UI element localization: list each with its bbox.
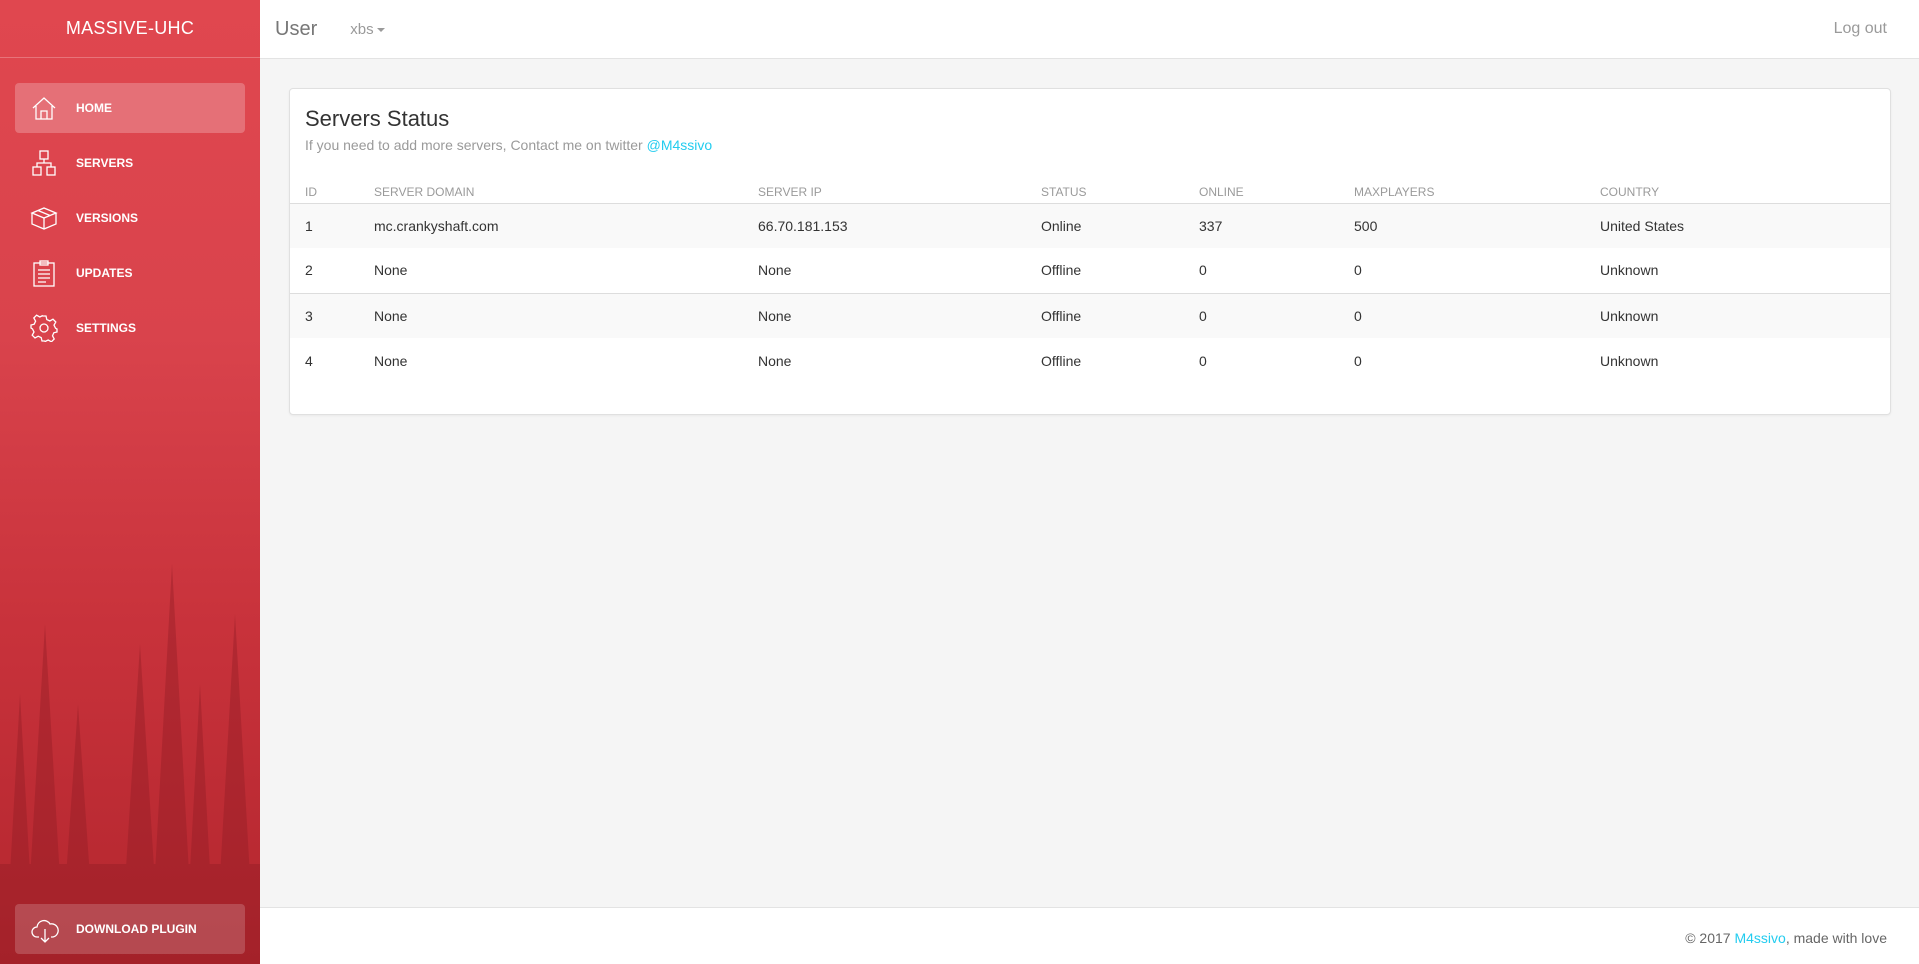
network-icon: [30, 149, 58, 177]
cell-server-domain: mc.crankyshaft.com: [374, 203, 758, 248]
forest-background-image: [0, 564, 260, 964]
sidebar-item-settings[interactable]: SETTINGS: [15, 303, 245, 353]
cell-server-ip: None: [758, 338, 1041, 383]
page-title[interactable]: User: [275, 18, 317, 41]
download-plugin-label: DOWNLOAD PLUGIN: [76, 922, 197, 936]
cell-server-ip: None: [758, 248, 1041, 293]
servers-table: ID SERVER DOMAIN SERVER IP STATUS ONLINE…: [290, 181, 1890, 383]
cell-server-domain: None: [374, 248, 758, 293]
cell-server-ip: None: [758, 292, 1041, 338]
footer-suffix: , made with love: [1785, 930, 1887, 946]
cell-maxplayers: 500: [1354, 203, 1600, 248]
box-icon: [30, 204, 58, 232]
cell-online: 337: [1199, 203, 1354, 248]
sidebar-item-label: SERVERS: [76, 156, 134, 170]
sidebar-item-updates[interactable]: UPDATES: [15, 248, 245, 298]
table-row[interactable]: 2 None None Offline 0 0 Unknown: [290, 248, 1890, 293]
cell-server-domain: None: [374, 338, 758, 383]
card-subtitle-text: If you need to add more servers, Contact…: [305, 137, 643, 153]
table-header-row: ID SERVER DOMAIN SERVER IP STATUS ONLINE…: [290, 181, 1890, 204]
cell-status: Online: [1041, 203, 1199, 248]
download-plugin-button[interactable]: DOWNLOAD PLUGIN: [15, 904, 245, 954]
cell-online: 0: [1199, 292, 1354, 338]
column-header-online[interactable]: ONLINE: [1199, 181, 1354, 204]
sidebar-item-label: VERSIONS: [76, 211, 139, 225]
user-dropdown[interactable]: xbs: [350, 20, 385, 38]
logout-link[interactable]: Log out: [1834, 20, 1887, 38]
cell-maxplayers: 0: [1354, 292, 1600, 338]
cell-status: Offline: [1041, 248, 1199, 293]
footer-text: © 2017 M4ssivo, made with love: [1685, 930, 1887, 946]
gear-icon: [30, 314, 58, 342]
cell-online: 0: [1199, 248, 1354, 293]
cell-server-domain: None: [374, 292, 758, 338]
cell-country: Unknown: [1600, 292, 1890, 338]
card-subtitle: If you need to add more servers, Contact…: [305, 137, 712, 153]
table-row[interactable]: 1 mc.crankyshaft.com 66.70.181.153 Onlin…: [290, 203, 1890, 248]
cell-id: 2: [290, 248, 374, 293]
brand-title[interactable]: MASSIVE-UHC: [0, 0, 260, 58]
twitter-link[interactable]: @M4ssivo: [647, 137, 713, 153]
cell-server-ip: 66.70.181.153: [758, 203, 1041, 248]
home-icon: [30, 94, 58, 122]
user-dropdown-label: xbs: [350, 20, 374, 38]
sidebar-item-home[interactable]: HOME: [15, 83, 245, 133]
column-header-country[interactable]: COUNTRY: [1600, 181, 1890, 204]
sidebar-item-servers[interactable]: SERVERS: [15, 138, 245, 188]
table-row[interactable]: 4 None None Offline 0 0 Unknown: [290, 338, 1890, 383]
sidebar-item-label: UPDATES: [76, 266, 133, 280]
sidebar-item-versions[interactable]: VERSIONS: [15, 193, 245, 243]
card-title: Servers Status: [305, 106, 450, 131]
table-row[interactable]: 3 None None Offline 0 0 Unknown: [290, 292, 1890, 338]
cell-status: Offline: [1041, 292, 1199, 338]
cell-id: 4: [290, 338, 374, 383]
cell-country: United States: [1600, 203, 1890, 248]
cell-country: Unknown: [1600, 248, 1890, 293]
column-header-server-domain[interactable]: SERVER DOMAIN: [374, 181, 758, 204]
sidebar: MASSIVE-UHC HOME SERVERS VERSIONS UPDATE…: [0, 0, 260, 964]
sidebar-item-label: HOME: [76, 101, 112, 115]
cloud-download-icon: [30, 915, 59, 943]
cell-country: Unknown: [1600, 338, 1890, 383]
cell-online: 0: [1199, 338, 1354, 383]
cell-maxplayers: 0: [1354, 248, 1600, 293]
cell-status: Offline: [1041, 338, 1199, 383]
footer: © 2017 M4ssivo, made with love: [260, 907, 1919, 964]
column-header-id[interactable]: ID: [290, 181, 374, 204]
clipboard-icon: [30, 259, 58, 287]
cell-id: 3: [290, 292, 374, 338]
sidebar-item-label: SETTINGS: [76, 321, 137, 335]
servers-status-card: Servers Status If you need to add more s…: [289, 88, 1891, 415]
top-navbar: User xbs Log out: [260, 0, 1919, 59]
footer-author-link[interactable]: M4ssivo: [1734, 930, 1785, 946]
column-header-status[interactable]: STATUS: [1041, 181, 1199, 204]
column-header-maxplayers[interactable]: MAXPLAYERS: [1354, 181, 1600, 204]
caret-down-icon: [376, 28, 385, 32]
cell-id: 1: [290, 203, 374, 248]
sidebar-nav: HOME SERVERS VERSIONS UPDATES SETTINGS: [0, 58, 260, 353]
column-header-server-ip[interactable]: SERVER IP: [758, 181, 1041, 204]
cell-maxplayers: 0: [1354, 338, 1600, 383]
footer-copyright: © 2017: [1685, 930, 1731, 946]
